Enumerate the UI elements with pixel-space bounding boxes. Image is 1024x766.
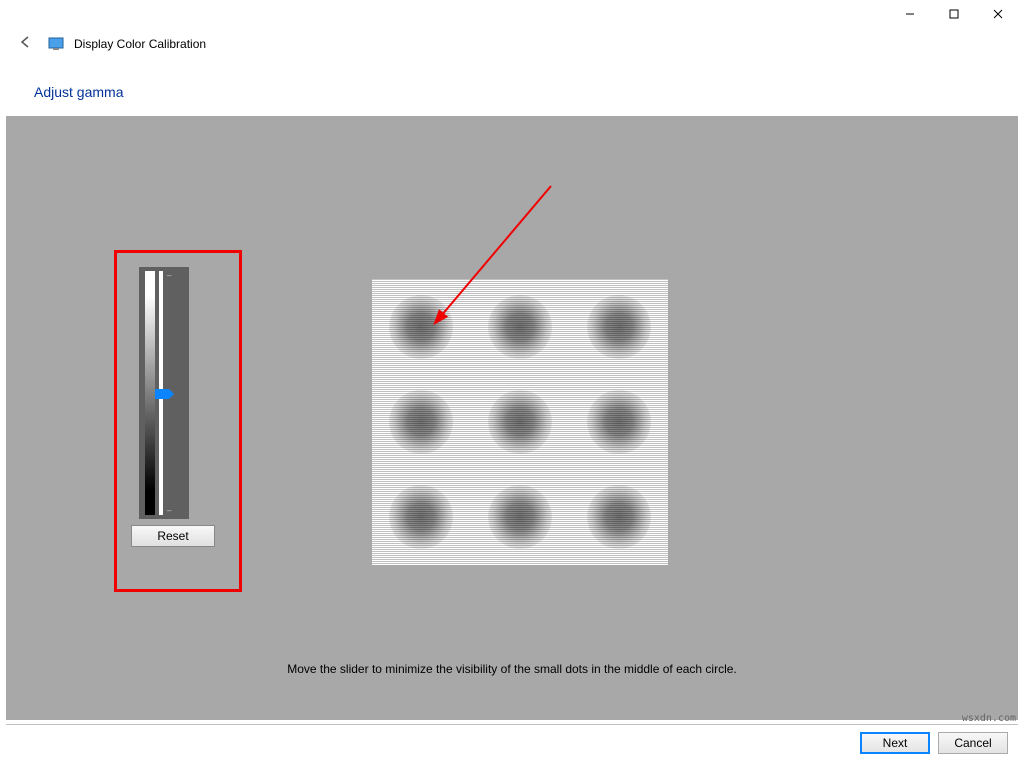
slider-thumb-icon[interactable] xyxy=(155,389,169,399)
gamma-cell xyxy=(569,374,668,469)
gamma-cell xyxy=(569,470,668,565)
gamma-dot-icon xyxy=(488,390,552,454)
gamma-slider[interactable] xyxy=(159,271,163,515)
annotation-highlight-box: –– Reset xyxy=(114,250,242,592)
gamma-dot-icon xyxy=(587,485,651,549)
title-bar xyxy=(0,0,1024,28)
gamma-cell xyxy=(372,279,471,374)
minimize-button[interactable] xyxy=(888,0,932,28)
next-button[interactable]: Next xyxy=(860,732,930,754)
gamma-cell xyxy=(372,374,471,469)
app-icon xyxy=(48,36,64,52)
gamma-cell xyxy=(372,470,471,565)
instruction-text: Move the slider to minimize the visibili… xyxy=(6,662,1018,676)
watermark-text: wsxdn.com xyxy=(962,713,1016,724)
gamma-cell xyxy=(471,279,570,374)
content-area: –– Reset Move the slider to minimize the… xyxy=(6,116,1018,720)
reset-button[interactable]: Reset xyxy=(131,525,215,547)
gamma-cell xyxy=(471,374,570,469)
gradient-reference-strip xyxy=(145,271,155,515)
gamma-dot-icon xyxy=(488,295,552,359)
gamma-preview-grid xyxy=(372,279,668,565)
gamma-dot-icon xyxy=(389,485,453,549)
header: Display Color Calibration xyxy=(0,28,1024,60)
gamma-slider-panel: –– xyxy=(139,267,189,519)
gamma-dot-icon xyxy=(587,295,651,359)
gamma-cell xyxy=(471,470,570,565)
gamma-dot-icon xyxy=(389,390,453,454)
page-heading: Adjust gamma xyxy=(0,60,1024,114)
maximize-button[interactable] xyxy=(932,0,976,28)
gamma-cell xyxy=(569,279,668,374)
gamma-dot-icon xyxy=(587,390,651,454)
app-title: Display Color Calibration xyxy=(74,37,206,51)
close-button[interactable] xyxy=(976,0,1020,28)
gamma-dot-icon xyxy=(389,295,453,359)
back-arrow-icon[interactable] xyxy=(12,31,38,58)
cancel-button[interactable]: Cancel xyxy=(938,732,1008,754)
wizard-footer: Next Cancel xyxy=(6,724,1018,760)
gamma-dot-icon xyxy=(488,485,552,549)
